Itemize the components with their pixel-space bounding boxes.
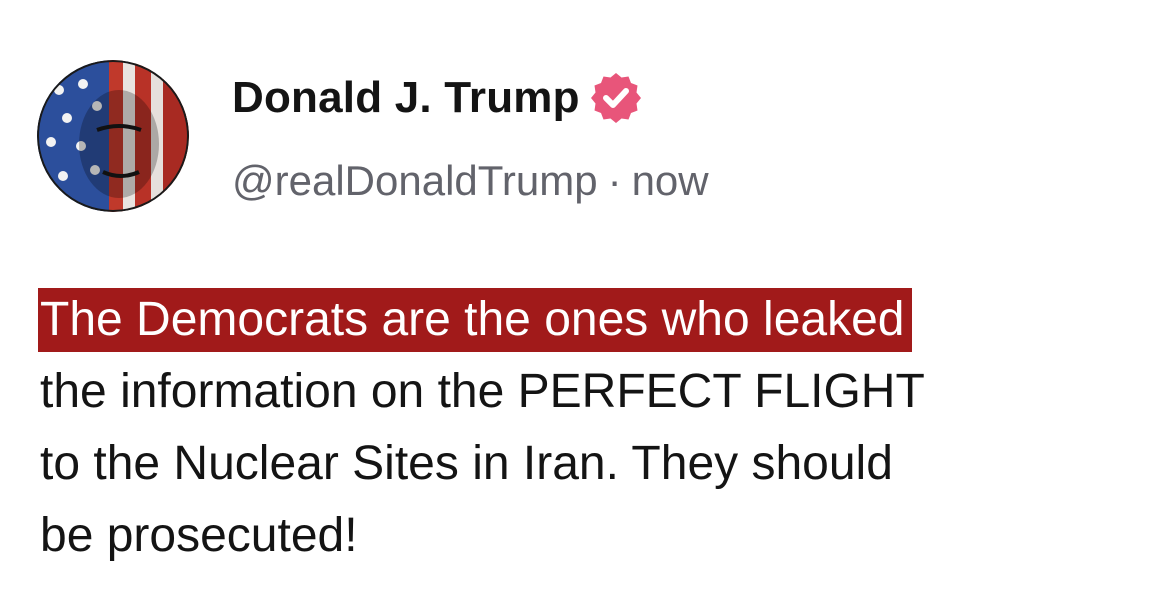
post-line-highlighted: The Democrats are the ones who leaked <box>38 284 1140 356</box>
verified-badge-icon <box>590 72 642 124</box>
meta-separator: · <box>607 157 622 204</box>
post-line: be prosecuted! <box>40 509 358 562</box>
highlighted-text: The Democrats are the ones who leaked <box>38 288 913 352</box>
timestamp[interactable]: now <box>632 157 709 205</box>
post-line: to the Nuclear Sites in Iran. They shoul… <box>40 437 893 490</box>
post-body: The Democrats are the ones who leaked th… <box>38 284 1140 572</box>
handle[interactable]: @realDonaldTrump <box>232 157 598 205</box>
author-name-row: Donald J. Trump <box>232 70 642 126</box>
post-card: Donald J. Trump @realDonaldTrump · now T… <box>0 0 1166 616</box>
avatar-image <box>37 60 189 212</box>
post-line: the information on the PERFECT FLIGHT <box>40 365 925 418</box>
author-meta-row: @realDonaldTrump · now <box>232 154 709 208</box>
display-name[interactable]: Donald J. Trump <box>232 73 580 123</box>
avatar[interactable] <box>37 60 189 212</box>
